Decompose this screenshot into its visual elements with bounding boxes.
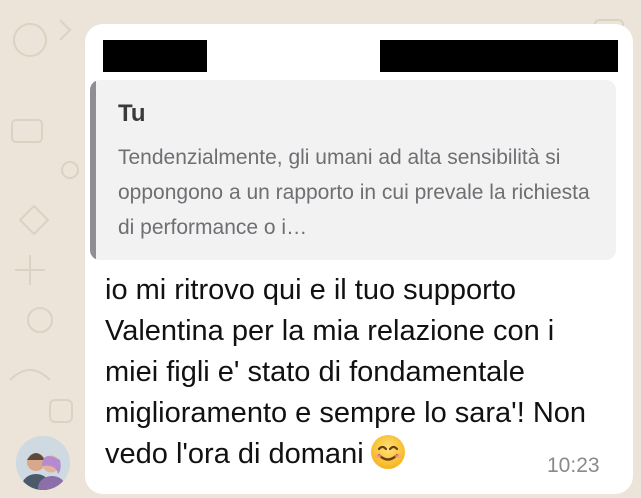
message-bubble[interactable]: Tu Tendenzialmente, gli umani ad alta se… [85, 24, 633, 494]
quote-author: Tu [118, 100, 146, 127]
sender-avatar[interactable] [16, 436, 70, 490]
redacted-sender-name [103, 40, 207, 72]
message-timestamp: 10:23 [547, 454, 600, 477]
redacted-sender-info [380, 40, 618, 72]
quote-accent-bar [90, 80, 96, 260]
avatar-photo-icon [16, 436, 70, 490]
message-text: io mi ritrovo qui e il tuo supporto Vale… [105, 274, 587, 470]
smiling-face-icon [370, 435, 405, 469]
quote-text: Tendenzialmente, gli umani ad alta sensi… [118, 146, 590, 239]
message-body: io mi ritrovo qui e il tuo supporto Vale… [105, 270, 615, 475]
quoted-reply[interactable]: Tu Tendenzialmente, gli umani ad alta se… [90, 80, 616, 260]
